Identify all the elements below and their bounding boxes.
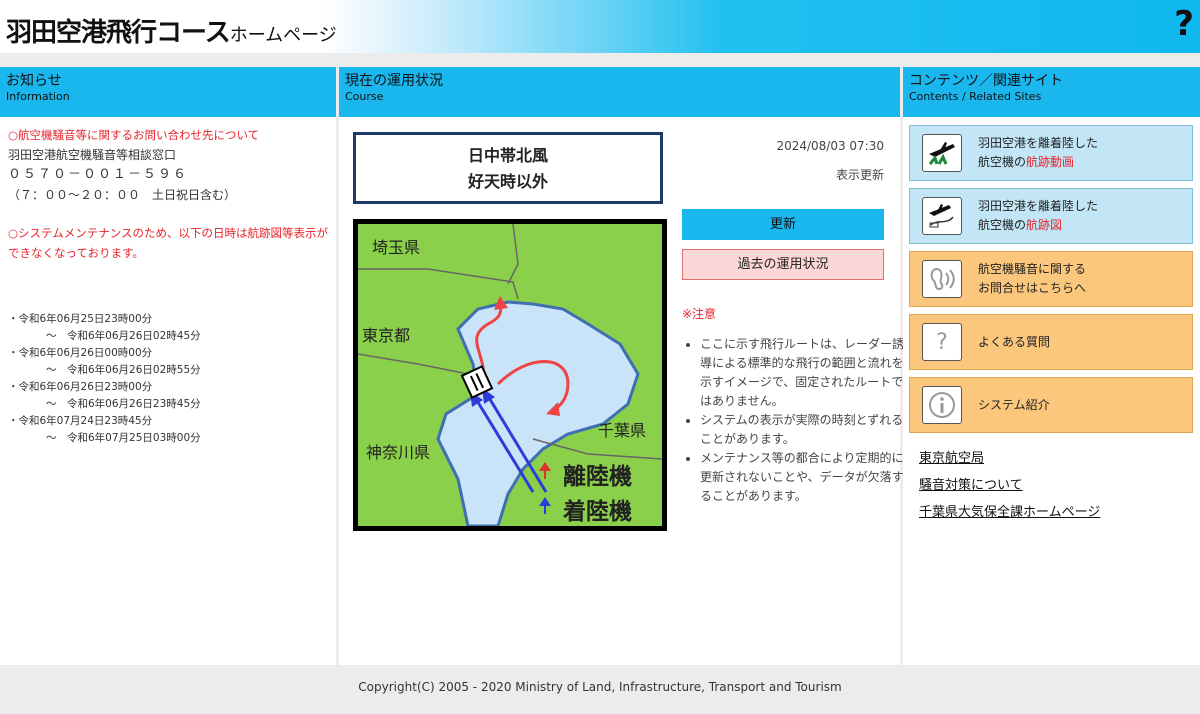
- schedule-to: ～ 令和6年06月26日02時55分: [46, 364, 201, 376]
- ear-icon: [922, 260, 962, 298]
- schedule-to: ～ 令和6年07月25日03時00分: [46, 432, 201, 444]
- maintenance-schedule: ・令和6年06月25日23時00分 ～ 令和6年06月26日02時45分 ・令和6…: [0, 311, 336, 447]
- course-panel: 現在の運用状況 Course 日中帯北風 好天時以外 埼玉県 東京都 神奈川県 …: [339, 67, 904, 665]
- legend-arrival: 着陸機: [563, 499, 632, 525]
- contents-title: コンテンツ／関連サイト: [909, 73, 1063, 89]
- link-tokyo-civil-aviation[interactable]: 東京航空局: [919, 445, 1100, 472]
- tile-highlight: 航跡図: [1026, 218, 1063, 232]
- app-title-main: 羽田空港飛行コース: [6, 18, 231, 48]
- tile-text: 航空機の: [978, 155, 1027, 169]
- faq-label: よくある質問: [978, 335, 1051, 349]
- faq-tile[interactable]: ? よくある質問: [909, 314, 1193, 370]
- flight-route-map: 埼玉県 東京都 神奈川県 千葉県 離陸機 着陸機: [353, 219, 667, 531]
- schedule-from: ・令和6年06月26日00時00分: [8, 347, 153, 359]
- contents-subtitle: Contents / Related Sites: [909, 90, 1042, 103]
- top-banner: 羽田空港飛行コースホームページ ?: [0, 0, 1200, 53]
- map-label-saitama: 埼玉県: [372, 238, 421, 257]
- question-icon: ?: [922, 323, 962, 361]
- caution-heading: ※注意: [682, 307, 717, 321]
- legend-departure: 離陸機: [563, 464, 632, 490]
- status-timestamp: 2024/08/03 07:30: [776, 139, 884, 153]
- help-icon[interactable]: ?: [1174, 4, 1194, 44]
- link-chiba-air-quality[interactable]: 千葉県大気保全課ホームページ: [919, 499, 1100, 526]
- map-label-chiba: 千葉県: [598, 421, 647, 440]
- info-icon: [922, 386, 962, 424]
- information-subtitle: Information: [6, 90, 70, 103]
- airplane-track-icon: [922, 197, 962, 235]
- display-refresh-label: 表示更新: [835, 168, 884, 182]
- app-title: 羽田空港飛行コースホームページ: [6, 12, 337, 49]
- related-links: 東京航空局 騒音対策について 千葉県大気保全課ホームページ: [919, 445, 1100, 526]
- tile-text: 羽田空港を離着陸した: [978, 199, 1099, 213]
- wind-status: 日中帯北風: [467, 146, 548, 165]
- information-title: お知らせ: [6, 73, 62, 89]
- schedule-to: ～ 令和6年06月26日23時45分: [46, 398, 201, 410]
- app-title-sub: ホームページ: [229, 25, 337, 46]
- footer-copyright: Copyright(C) 2005 - 2020 Ministry of Lan…: [358, 680, 842, 694]
- schedule-item: ・令和6年07月24日23時45分 ～ 令和6年07月25日03時00分: [8, 413, 328, 447]
- notice-contact-hours: （７：００～２０：００ 土日祝日含む）: [8, 188, 237, 202]
- tile-highlight: 航跡動画: [1026, 155, 1075, 169]
- schedule-to: ～ 令和6年06月26日02時45分: [46, 330, 201, 342]
- map-label-tokyo: 東京都: [362, 326, 411, 345]
- notice-contact-title: ○航空機騒音等に関するお問い合わせ先について: [8, 128, 260, 142]
- tile-text: 羽田空港を離着陸した: [978, 136, 1099, 150]
- contents-header: コンテンツ／関連サイト Contents / Related Sites: [903, 67, 1200, 117]
- caution-note: ここに示す飛行ルートは、レーダー誘導による標準的な飛行の範囲と流れを示すイメージ…: [700, 335, 905, 411]
- schedule-from: ・令和6年06月25日23時00分: [8, 313, 153, 325]
- flight-track-video-label: 羽田空港を離着陸した 航空機の航跡動画: [978, 134, 1098, 172]
- flight-track-map-label: 羽田空港を離着陸した 航空機の航跡図: [978, 197, 1098, 235]
- noise-inquiry-label: 航空機騒音に関する お問合せはこちらへ: [978, 260, 1086, 298]
- caution-note: メンテナンス等の都合により定期的に更新されないことや、データが欠落することがあり…: [700, 449, 905, 506]
- tile-text: 航空機の: [978, 218, 1027, 232]
- noise-inquiry-tile[interactable]: 航空機騒音に関する お問合せはこちらへ: [909, 251, 1193, 307]
- course-header: 現在の運用状況 Course: [339, 67, 900, 117]
- flight-track-map-tile[interactable]: 羽田空港を離着陸した 航空機の航跡図: [909, 188, 1193, 244]
- notice-block: ○航空機騒音等に関するお問い合わせ先について 羽田空港航空機騒音等相談窓口 ０５…: [0, 117, 336, 271]
- caution-note: システムの表示が実際の時刻とずれることがあります。: [700, 411, 905, 449]
- schedule-item: ・令和6年06月26日23時00分 ～ 令和6年06月26日23時45分: [8, 379, 328, 413]
- schedule-from: ・令和6年07月24日23時45分: [8, 415, 153, 427]
- link-noise-measures[interactable]: 騒音対策について: [919, 472, 1100, 499]
- update-button[interactable]: 更新: [682, 209, 884, 240]
- information-panel: お知らせ Information ○航空機騒音等に関するお問い合わせ先について …: [0, 67, 336, 665]
- system-intro-tile[interactable]: システム紹介: [909, 377, 1193, 433]
- weather-status: 好天時以外: [467, 172, 548, 191]
- flight-track-video-tile[interactable]: 羽田空港を離着陸した 航空機の航跡動画: [909, 125, 1193, 181]
- information-header: お知らせ Information: [0, 67, 336, 117]
- map-label-kanagawa: 神奈川県: [366, 443, 431, 462]
- schedule-item: ・令和6年06月25日23時00分 ～ 令和6年06月26日02時45分: [8, 311, 328, 345]
- notice-contact-name: 羽田空港航空機騒音等相談窓口: [8, 148, 177, 162]
- course-title: 現在の運用状況: [345, 73, 443, 89]
- schedule-item: ・令和6年06月26日00時00分 ～ 令和6年06月26日02時55分: [8, 345, 328, 379]
- tile-text: 航空機騒音に関する: [978, 262, 1087, 276]
- system-intro-label: システム紹介: [978, 398, 1050, 412]
- notice-maintenance-title: ○システムメンテナンスのため、以下の日時は航跡図等表示ができなくなっております。: [8, 226, 328, 260]
- airplane-takeoff-icon: [922, 134, 962, 172]
- notice-contact-phone: ０５７０－００１－５９６: [8, 167, 189, 182]
- course-subtitle: Course: [345, 90, 384, 103]
- past-status-button[interactable]: 過去の運用状況: [682, 249, 884, 280]
- operation-status-box: 日中帯北風 好天時以外: [353, 132, 663, 204]
- contents-panel: コンテンツ／関連サイト Contents / Related Sites 羽田空…: [903, 67, 1200, 665]
- schedule-from: ・令和6年06月26日23時00分: [8, 381, 153, 393]
- caution-notes: ここに示す飛行ルートは、レーダー誘導による標準的な飛行の範囲と流れを示すイメージ…: [682, 335, 905, 506]
- tile-text: お問合せはこちらへ: [978, 281, 1087, 295]
